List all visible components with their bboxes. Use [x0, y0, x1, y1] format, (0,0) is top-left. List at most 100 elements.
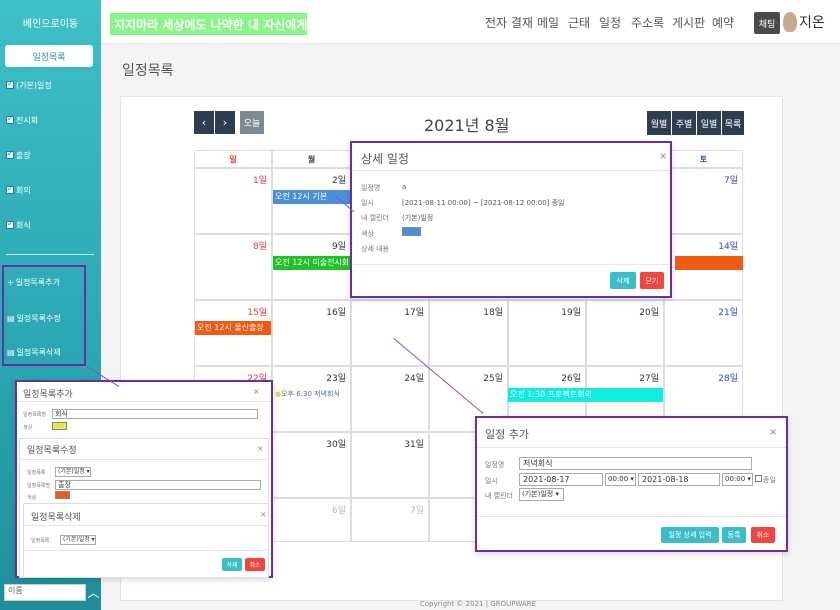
day-cell[interactable]: 30일 — [272, 432, 351, 498]
modal-divider — [24, 525, 268, 526]
detail-input-button[interactable]: 일정 상세 입력 — [661, 527, 719, 543]
detail-color-swatch — [402, 227, 421, 236]
event-basic[interactable]: 오전 12시 기본 — [273, 190, 351, 204]
nav-schedule[interactable]: 일정 — [599, 14, 621, 31]
sidebar-calendar-exhibition[interactable]: 전시회 — [6, 113, 38, 127]
checkbox-icon[interactable] — [6, 114, 14, 124]
day-number: 9일 — [331, 242, 346, 252]
schedule-list-button[interactable]: 일정목록 — [5, 45, 93, 67]
close-icon[interactable]: × — [769, 427, 777, 438]
add-event-name-input[interactable]: 저녁회식 — [519, 457, 752, 470]
day-cell[interactable]: 6일 — [272, 498, 351, 542]
day-cell[interactable]: 19일 — [508, 300, 586, 366]
event-project-meeting[interactable]: 오전 1:30 프로젝트회의 — [508, 388, 663, 402]
chat-button[interactable]: 채팅 — [754, 12, 780, 34]
user-name[interactable]: 지온 — [799, 12, 825, 32]
delete-list-link[interactable]: ▤ 일정목록삭제 — [7, 347, 61, 358]
cancel-add-event-button[interactable]: 취소 — [751, 527, 775, 543]
add-event-time-label: 일시 — [485, 477, 498, 485]
event-orange-bar[interactable] — [675, 256, 743, 270]
event-ulsan-trip[interactable]: 오전 12시 울산출장 — [195, 321, 271, 335]
modal-divider — [352, 264, 670, 265]
nav-attendance[interactable]: 근태 — [568, 14, 590, 31]
day-cell[interactable]: 18일 — [429, 300, 508, 366]
edit-list-color-swatch[interactable] — [55, 491, 70, 499]
sidebar-calendar-dinner[interactable]: 회식 — [6, 218, 31, 232]
day-number: 25일 — [483, 374, 503, 384]
nav-reservation[interactable]: 예약 — [712, 14, 734, 31]
nav-board[interactable]: 게시판 — [672, 14, 705, 31]
day-cell[interactable]: 7일 — [664, 168, 743, 234]
cancel-delete-list-button[interactable]: 취소 — [245, 558, 265, 571]
sidebar-calendar-trip[interactable]: 출장 — [6, 148, 31, 162]
day-number: 7일 — [723, 176, 738, 186]
motto-banner: 지지마라 세상에도 나약한 내 자신에게도 — [110, 13, 307, 35]
day-number: 2일 — [331, 176, 346, 186]
edit-list-name-input[interactable]: 출장 — [55, 480, 261, 490]
brand-link[interactable]: 베인으로이동 — [0, 0, 101, 44]
sidebar-calendar-basic[interactable]: (기본)일정 — [6, 78, 52, 92]
close-detail-button[interactable]: 닫기 — [640, 272, 664, 289]
day-cell[interactable]: 20일 — [586, 300, 664, 366]
end-date-input[interactable]: 2021-08-18 — [638, 473, 720, 486]
delete-list-button[interactable]: 삭제 — [222, 558, 242, 571]
close-icon[interactable]: × — [260, 510, 267, 519]
day-cell[interactable]: 1일 — [194, 168, 272, 234]
day-cell[interactable]: 17일 — [351, 300, 429, 366]
close-icon[interactable]: × — [659, 151, 667, 162]
view-list-button[interactable]: 목록 — [722, 111, 744, 135]
sidebar-calendar-label: 회의 — [16, 185, 31, 195]
delete-list-modal-title: 일정목록삭제 — [31, 513, 81, 523]
delete-list-label: 일정목록삭제 — [16, 348, 61, 357]
sidebar-calendar-meeting[interactable]: 회의 — [6, 183, 31, 197]
day-cell[interactable]: 24일 — [351, 366, 429, 432]
checkbox-icon[interactable] — [6, 184, 14, 194]
prev-month-button[interactable]: ‹ — [194, 111, 214, 134]
nav-mail[interactable]: 메일 — [537, 14, 559, 31]
nav-approval[interactable]: 전자 결재 — [485, 14, 533, 31]
start-time-select[interactable]: 00:00 ▾ — [605, 473, 636, 486]
day-cell[interactable]: 23일 — [272, 366, 351, 432]
search-input[interactable]: 이름 — [4, 584, 86, 601]
day-cell[interactable]: 16일 — [272, 300, 351, 366]
day-cell[interactable]: 21일 — [664, 300, 743, 366]
allday-label: 종일 — [763, 476, 776, 484]
checkbox-icon[interactable] — [6, 79, 14, 89]
delete-list-select[interactable]: (기본)일정 ▾ — [60, 535, 96, 545]
today-button[interactable]: 오늘 — [240, 111, 264, 134]
day-cell[interactable]: 31일 — [351, 432, 429, 498]
allday-checkbox[interactable] — [755, 475, 762, 482]
nav-addressbook[interactable]: 주소록 — [631, 14, 664, 31]
edit-list-select[interactable]: (기본)일정 ▾ — [55, 467, 91, 477]
day-number: 19일 — [561, 308, 581, 318]
register-button[interactable]: 등록 — [722, 527, 746, 543]
delete-event-button[interactable]: 삭제 — [610, 272, 636, 289]
view-week-button[interactable]: 주별 — [672, 111, 696, 135]
day-cell[interactable]: 7일 — [351, 498, 429, 542]
modal-divider — [24, 550, 268, 551]
avatar[interactable] — [783, 12, 797, 32]
add-list-link[interactable]: + 일정목록추가 — [7, 277, 60, 288]
checkbox-icon[interactable] — [6, 219, 14, 229]
add-list-name-input[interactable]: 회식 — [52, 409, 258, 419]
view-month-button[interactable]: 월별 — [647, 111, 671, 135]
detail-label-color: 색상 — [361, 230, 374, 238]
event-exhibition[interactable]: 오전 12시 미술전시회 — [273, 256, 351, 270]
start-date-input[interactable]: 2021-08-17 — [519, 473, 603, 486]
day-cell[interactable]: 8일 — [194, 234, 272, 300]
end-time-select[interactable]: 00:00 ▾ — [722, 473, 753, 486]
close-icon[interactable]: × — [253, 387, 260, 396]
day-number: 17일 — [404, 308, 424, 318]
edit-list-label: 일정목록수정 — [16, 314, 61, 323]
add-event-calendar-select[interactable]: (기본)일정 ▾ — [519, 488, 564, 501]
next-month-button[interactable]: › — [215, 111, 235, 134]
add-list-color-label: 색상 — [23, 425, 33, 431]
add-list-color-swatch[interactable] — [52, 422, 67, 430]
event-dinner[interactable]: ●오후 6:30 저녁회식 — [275, 389, 340, 399]
close-icon[interactable]: × — [257, 444, 264, 453]
sidebar-calendar-label: 출장 — [16, 150, 31, 160]
checkbox-icon[interactable] — [6, 149, 14, 159]
chevron-up-icon[interactable]: ︿ — [86, 584, 101, 601]
view-day-button[interactable]: 일별 — [697, 111, 721, 135]
edit-list-link[interactable]: ▤ 일정목록수정 — [7, 313, 61, 324]
